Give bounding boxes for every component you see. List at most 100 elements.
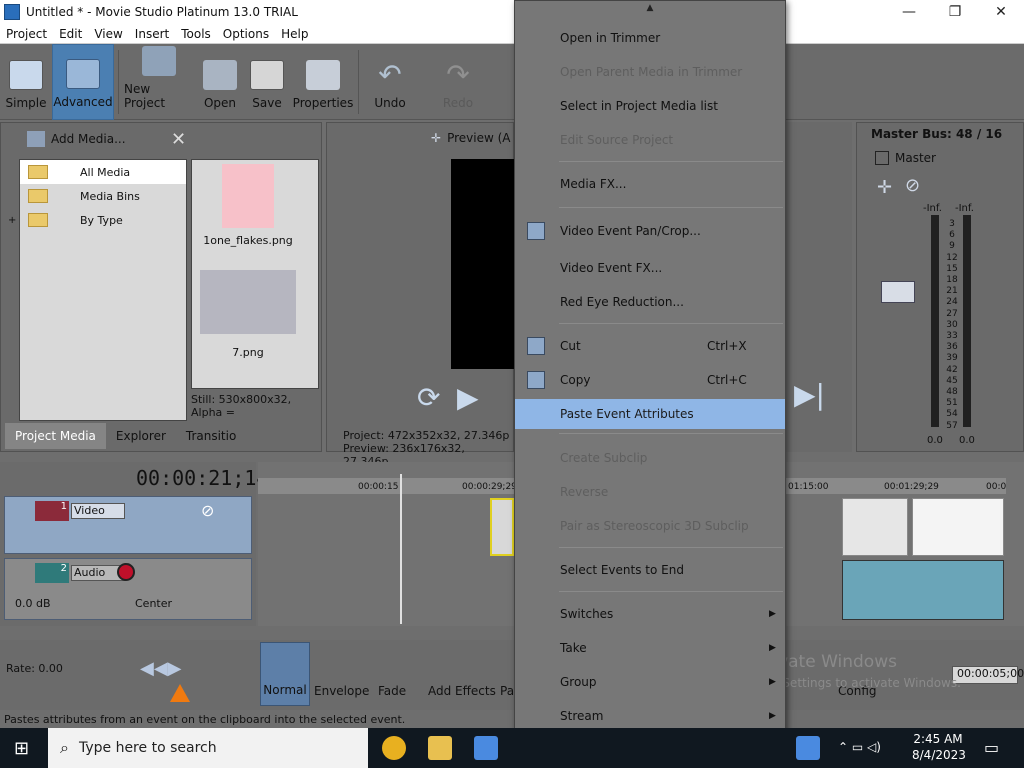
video-track-name[interactable]: Video (71, 503, 125, 519)
menu-item-select-in-project-media-list[interactable]: Select in Project Media list (515, 91, 785, 121)
undo-button[interactable]: ↶ Undo (370, 44, 410, 120)
fade-tool-button[interactable]: Fade (378, 684, 406, 698)
menu-item-label: Create Subclip (560, 451, 648, 465)
meter-scale-tick: 57 (946, 420, 958, 431)
mute-icon[interactable]: ⊘ (905, 175, 920, 196)
menu-item-media-fx[interactable]: Media FX... (515, 169, 785, 199)
next-frame-icon[interactable]: ▶| (794, 378, 825, 411)
delete-icon[interactable]: ✕ (171, 129, 186, 150)
properties-label: Properties (292, 96, 354, 110)
folder-icon (28, 213, 48, 227)
minimize-button[interactable]: — (886, 0, 932, 24)
video-event-thumb[interactable] (912, 498, 1004, 556)
menu-item-take[interactable]: Take ▶ (515, 633, 785, 663)
master-fx-icon[interactable]: ✛ (877, 177, 892, 198)
store-icon[interactable] (474, 736, 498, 760)
meter-right (963, 215, 971, 427)
menu-edit[interactable]: Edit (53, 27, 88, 41)
new-project-button[interactable]: New Project (124, 44, 194, 120)
meter-scale-tick: 24 (946, 297, 958, 308)
shuttle-icon[interactable]: ◀◀▶ (140, 658, 182, 679)
tree-item-by-type[interactable]: + By Type (8, 208, 186, 232)
scroll-up-icon[interactable]: ▲ (515, 3, 785, 13)
menu-help[interactable]: Help (275, 27, 314, 41)
tab-explorer[interactable]: Explorer (106, 423, 176, 449)
windows-start-icon[interactable]: ⊞ (14, 738, 29, 759)
file-explorer-icon[interactable] (428, 736, 452, 760)
submenu-arrow-icon: ▶ (769, 711, 776, 721)
menu-item-open-in-trimmer[interactable]: Open in Trimmer (515, 23, 785, 53)
taskbar: ⊞ ⌕ Type here to search ⌃ ▭ ◁) 2:45 AM 8… (0, 728, 1024, 768)
menu-item-label: Group (560, 675, 597, 689)
redo-button[interactable]: ↷ Redo (438, 44, 478, 120)
tab-transitions[interactable]: Transitio (176, 423, 246, 449)
menu-item-switches[interactable]: Switches ▶ (515, 599, 785, 629)
tree-item-all-media[interactable]: All Media (20, 160, 186, 184)
open-button[interactable]: Open (200, 44, 240, 120)
audio-waveform[interactable] (842, 560, 1004, 620)
add-media-button[interactable]: Add Media... (27, 131, 126, 147)
simple-layout-icon (9, 60, 43, 90)
menu-item-paste-event-attributes[interactable]: Paste Event Attributes (515, 399, 785, 429)
master-bus-title: Master Bus: 48 / 16 (871, 127, 1003, 141)
preview-panel: ✛ Preview (A ⟳ ▶ Project: 472x352x32, 27… (326, 122, 515, 468)
meter-scale: 3 6 9 12 15 18 21 24 27 30 33 36 39 42 45 48 51 54 57 (943, 219, 961, 432)
properties-button[interactable]: Properties (292, 44, 354, 120)
record-icon[interactable] (117, 563, 135, 581)
playhead[interactable] (400, 474, 402, 624)
menu-item-red-eye-reduction[interactable]: Red Eye Reduction... (515, 287, 785, 317)
envelope-tool-button[interactable]: Envelope (314, 684, 369, 698)
video-event[interactable] (490, 498, 514, 556)
loop-icon[interactable]: ⟳ (417, 381, 440, 414)
pa-button[interactable]: Pa (500, 684, 514, 698)
mute-icon[interactable]: ⊘ (201, 501, 214, 520)
video-event-thumb[interactable] (842, 498, 908, 556)
meter-scale-tick: 48 (946, 387, 958, 398)
advanced-button[interactable]: Advanced (52, 44, 114, 120)
media-thumbnails: 1one_flakes.png 7.png (191, 159, 319, 389)
menu-item-video-event-fx[interactable]: Video Event FX... (515, 253, 785, 283)
master-fader[interactable] (881, 281, 915, 303)
chrome-icon[interactable] (382, 736, 406, 760)
close-button[interactable]: ✕ (978, 0, 1024, 24)
tab-project-media[interactable]: Project Media (5, 423, 106, 449)
thumb-label: 7.png (232, 346, 264, 359)
simple-button[interactable]: Simple (4, 44, 48, 120)
tray-icons[interactable]: ⌃ ▭ ◁) (838, 740, 881, 754)
menu-view[interactable]: View (88, 27, 128, 41)
preview-quality[interactable]: ✛ Preview (A (431, 131, 510, 145)
play-icon[interactable]: ▶ (457, 381, 479, 414)
timeline-lanes-right: 01:15:00 00:01:29;29 00:0 (786, 462, 1024, 626)
thumb-1one-flakes[interactable] (222, 164, 274, 228)
maximize-button[interactable]: ❐ (932, 0, 978, 24)
menu-item-video-event-pan-crop[interactable]: Video Event Pan/Crop... (515, 216, 785, 246)
thumb-7[interactable] (200, 270, 296, 334)
open-label: Open (203, 96, 237, 110)
time-ruler: 00:00:15 00:00:29;29 (258, 478, 517, 494)
menu-tools[interactable]: Tools (175, 27, 217, 41)
menu-item-stream[interactable]: Stream ▶ (515, 701, 785, 731)
audio-track-header[interactable]: 2 Audio 0.0 dB Center (4, 558, 252, 620)
thumb-label: 1one_flakes.png (203, 234, 293, 247)
save-button[interactable]: Save (248, 44, 286, 120)
normal-tool-button[interactable]: Normal (260, 642, 310, 706)
menu-separator (559, 591, 783, 592)
media-tabs: Project Media Explorer Transitio (5, 423, 246, 449)
notifications-icon[interactable]: ▭ (984, 738, 999, 757)
expand-icon: + (8, 214, 17, 226)
add-media-label: Add Media... (51, 132, 126, 146)
tree-item-media-bins[interactable]: Media Bins (20, 184, 186, 208)
menu-insert[interactable]: Insert (129, 27, 175, 41)
menu-project[interactable]: Project (0, 27, 53, 41)
menu-item-label: Reverse (560, 485, 609, 499)
menu-item-copy[interactable]: Copy Ctrl+C (515, 365, 785, 395)
search-box[interactable]: ⌕ Type here to search (48, 728, 368, 768)
rate-marker-icon[interactable] (170, 684, 190, 702)
menu-item-cut[interactable]: Cut Ctrl+X (515, 331, 785, 361)
menu-item-select-events-to-end[interactable]: Select Events to End (515, 555, 785, 585)
movie-studio-icon[interactable] (796, 736, 820, 760)
menu-item-group[interactable]: Group ▶ (515, 667, 785, 697)
add-effects-button[interactable]: Add Effects (428, 684, 496, 698)
video-track-header[interactable]: 1 Video ⊘ (4, 496, 252, 554)
menu-options[interactable]: Options (217, 27, 275, 41)
